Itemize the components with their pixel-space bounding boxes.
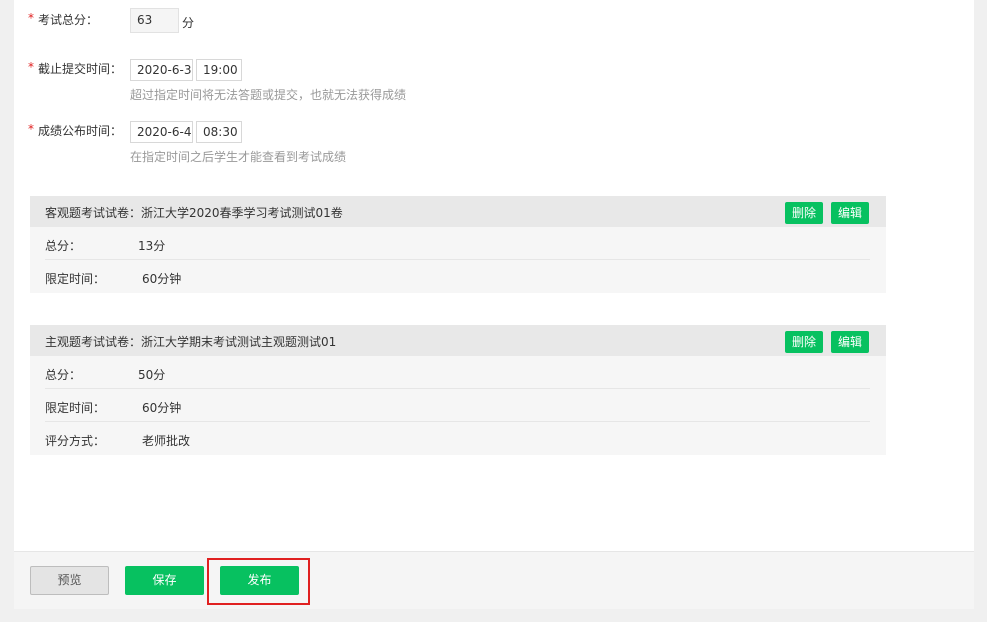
objective-paper-card: 客观题考试试卷：浙江大学2020春季学习考试测试01卷 删除 编辑 总分： 13… <box>30 196 886 293</box>
publish-time-input[interactable]: 08:30 <box>196 121 242 143</box>
row-key: 限定时间： <box>45 401 106 415</box>
total-score-unit: 分 <box>182 16 195 30</box>
deadline-date-input[interactable]: 2020-6-3 <box>130 59 193 81</box>
objective-paper-header: 客观题考试试卷：浙江大学2020春季学习考试测试01卷 删除 编辑 <box>30 196 886 227</box>
preview-button[interactable]: 预览 <box>30 566 109 595</box>
subjective-paper-card: 主观题考试试卷：浙江大学期末考试测试主观题测试01 删除 编辑 总分： 50分 … <box>30 325 886 455</box>
deadline-hint: 超过指定时间将无法答题或提交，也就无法获得成绩 <box>130 88 407 102</box>
edit-button[interactable]: 编辑 <box>831 331 869 353</box>
subjective-paper-header: 主观题考试试卷：浙江大学期末考试测试主观题测试01 删除 编辑 <box>30 325 886 356</box>
total-score-input[interactable]: 63 <box>130 8 179 33</box>
required-mark: * <box>28 60 34 74</box>
publish-date-input[interactable]: 2020-6-4 <box>130 121 193 143</box>
deadline-label: 截止提交时间： <box>38 62 123 76</box>
row-key: 评分方式： <box>45 434 106 448</box>
deadline-time-input[interactable]: 19:00 <box>196 59 242 81</box>
list-item: 限定时间： 60分钟 <box>45 389 870 422</box>
required-mark: * <box>28 11 34 25</box>
row-value: 13分 <box>138 239 166 253</box>
objective-paper-title: 客观题考试试卷：浙江大学2020春季学习考试测试01卷 <box>45 206 343 220</box>
publish-highlight-box <box>207 558 310 605</box>
list-item: 评分方式： 老师批改 <box>45 422 870 455</box>
row-value: 60分钟 <box>142 272 182 286</box>
exam-settings-panel: * 考试总分： 63 分 * 截止提交时间： 2020-6-3 19:00 超过… <box>14 0 974 609</box>
publish-time-label: 成绩公布时间： <box>38 124 123 138</box>
list-item: 总分： 50分 <box>45 356 870 389</box>
total-score-label: 考试总分： <box>38 13 99 27</box>
row-key: 总分： <box>45 239 82 253</box>
list-item: 限定时间： 60分钟 <box>45 260 870 293</box>
row-value: 老师批改 <box>142 434 191 448</box>
publish-time-hint: 在指定时间之后学生才能查看到考试成绩 <box>130 150 347 164</box>
row-key: 总分： <box>45 368 82 382</box>
row-value: 60分钟 <box>142 401 182 415</box>
list-item: 总分： 13分 <box>45 227 870 260</box>
required-mark: * <box>28 122 34 136</box>
footer-bar: 预览 保存 发布 <box>14 551 974 609</box>
row-value: 50分 <box>138 368 166 382</box>
delete-button[interactable]: 删除 <box>785 331 823 353</box>
save-button[interactable]: 保存 <box>125 566 204 595</box>
delete-button[interactable]: 删除 <box>785 202 823 224</box>
edit-button[interactable]: 编辑 <box>831 202 869 224</box>
row-key: 限定时间： <box>45 272 106 286</box>
subjective-paper-title: 主观题考试试卷：浙江大学期末考试测试主观题测试01 <box>45 335 337 349</box>
